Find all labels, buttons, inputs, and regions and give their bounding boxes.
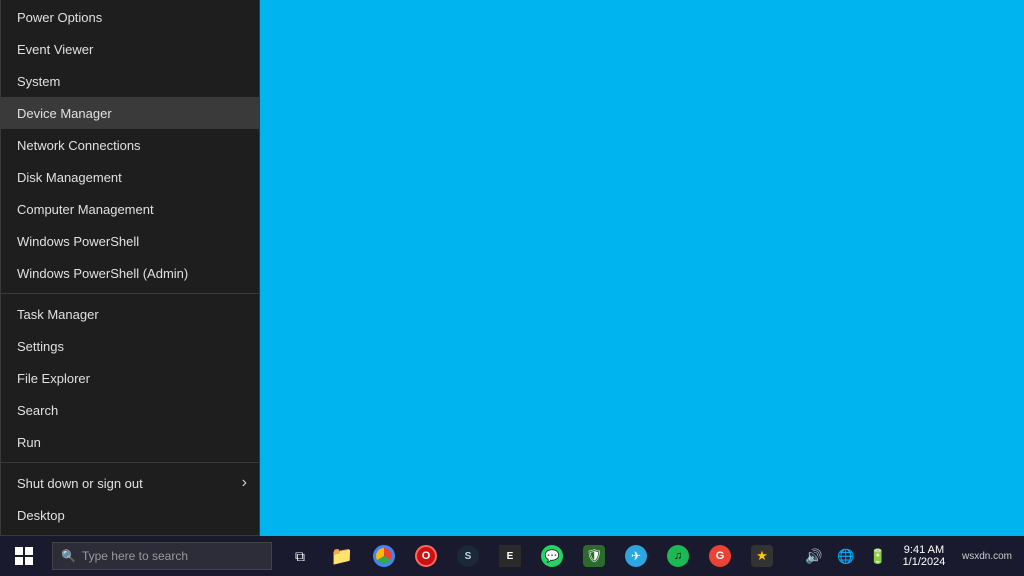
search-icon: 🔍	[61, 549, 76, 563]
epic-icon: E	[499, 545, 521, 567]
chrome-icon	[373, 545, 395, 567]
taskbar-g-app[interactable]: G	[700, 536, 740, 576]
context-menu: Apps and FeaturesMobility CenterPower Op…	[0, 0, 260, 536]
menu-item-shut-down[interactable]: Shut down or sign out	[1, 467, 259, 499]
search-placeholder-text: Type here to search	[82, 549, 188, 563]
menu-item-run[interactable]: Run	[1, 426, 259, 458]
taskview-icon: ⧉	[295, 548, 305, 565]
taskview-button[interactable]: ⧉	[280, 536, 320, 576]
desktop: Apps and FeaturesMobility CenterPower Op…	[0, 0, 1024, 576]
menu-item-settings[interactable]: Settings	[1, 330, 259, 362]
taskbar-chrome[interactable]	[364, 536, 404, 576]
search-bar[interactable]: 🔍 Type here to search	[52, 542, 272, 570]
menu-item-system[interactable]: System	[1, 65, 259, 97]
tray-battery[interactable]: 🔋	[862, 536, 894, 576]
clock-time: 9:41 AM	[904, 544, 944, 556]
menu-divider	[1, 293, 259, 294]
taskbar-spotify[interactable]: ♫	[658, 536, 698, 576]
start-button[interactable]	[0, 536, 48, 576]
steam-icon: S	[457, 545, 479, 567]
clock-date: 1/1/2024	[903, 556, 946, 568]
taskbar-tray: 🔊 🌐 🔋 9:41 AM 1/1/2024 wsxdn.com	[798, 536, 1024, 576]
clock[interactable]: 9:41 AM 1/1/2024	[894, 536, 954, 576]
menu-item-device-manager[interactable]: Device Manager	[1, 97, 259, 129]
menu-item-event-viewer[interactable]: Event Viewer	[1, 33, 259, 65]
tray-network[interactable]: 🌐	[830, 536, 862, 576]
opera-icon: O	[415, 545, 437, 567]
taskbar-file-explorer[interactable]: 📁	[322, 536, 362, 576]
brand-text: wsxdn.com	[954, 551, 1020, 562]
star-app-icon: ★	[751, 545, 773, 567]
tray-volume[interactable]: 🔊	[798, 536, 830, 576]
shield-app-icon: 🛡	[583, 545, 605, 567]
menu-item-search[interactable]: Search	[1, 394, 259, 426]
menu-item-windows-powershell[interactable]: Windows PowerShell	[1, 225, 259, 257]
menu-item-desktop[interactable]: Desktop	[1, 499, 259, 531]
menu-item-file-explorer[interactable]: File Explorer	[1, 362, 259, 394]
windows-logo-icon	[15, 547, 33, 565]
menu-item-task-manager[interactable]: Task Manager	[1, 298, 259, 330]
taskbar-star-app[interactable]: ★	[742, 536, 782, 576]
menu-item-power-options[interactable]: Power Options	[1, 1, 259, 33]
file-explorer-icon: 📁	[331, 546, 353, 567]
g-app-icon: G	[709, 545, 731, 567]
menu-divider	[1, 462, 259, 463]
taskbar-opera[interactable]: O	[406, 536, 446, 576]
menu-item-disk-management[interactable]: Disk Management	[1, 161, 259, 193]
taskbar: 🔍 Type here to search ⧉ 📁 OSE 💬 🛡 ✈ ♫ G ★ 🔊 🌐 🔋 …	[0, 536, 1024, 576]
menu-item-windows-powershell-admin[interactable]: Windows PowerShell (Admin)	[1, 257, 259, 289]
menu-item-network-connections[interactable]: Network Connections	[1, 129, 259, 161]
spotify-icon: ♫	[667, 545, 689, 567]
whatsapp-icon: 💬	[541, 545, 563, 567]
telegram-icon: ✈	[625, 545, 647, 567]
taskbar-steam[interactable]: S	[448, 536, 488, 576]
taskbar-epic[interactable]: E	[490, 536, 530, 576]
taskbar-app-icons: ⧉ 📁 OSE 💬 🛡 ✈ ♫ G ★	[280, 536, 782, 576]
taskbar-shield-app[interactable]: 🛡	[574, 536, 614, 576]
taskbar-telegram[interactable]: ✈	[616, 536, 656, 576]
menu-item-computer-management[interactable]: Computer Management	[1, 193, 259, 225]
taskbar-whatsapp[interactable]: 💬	[532, 536, 572, 576]
